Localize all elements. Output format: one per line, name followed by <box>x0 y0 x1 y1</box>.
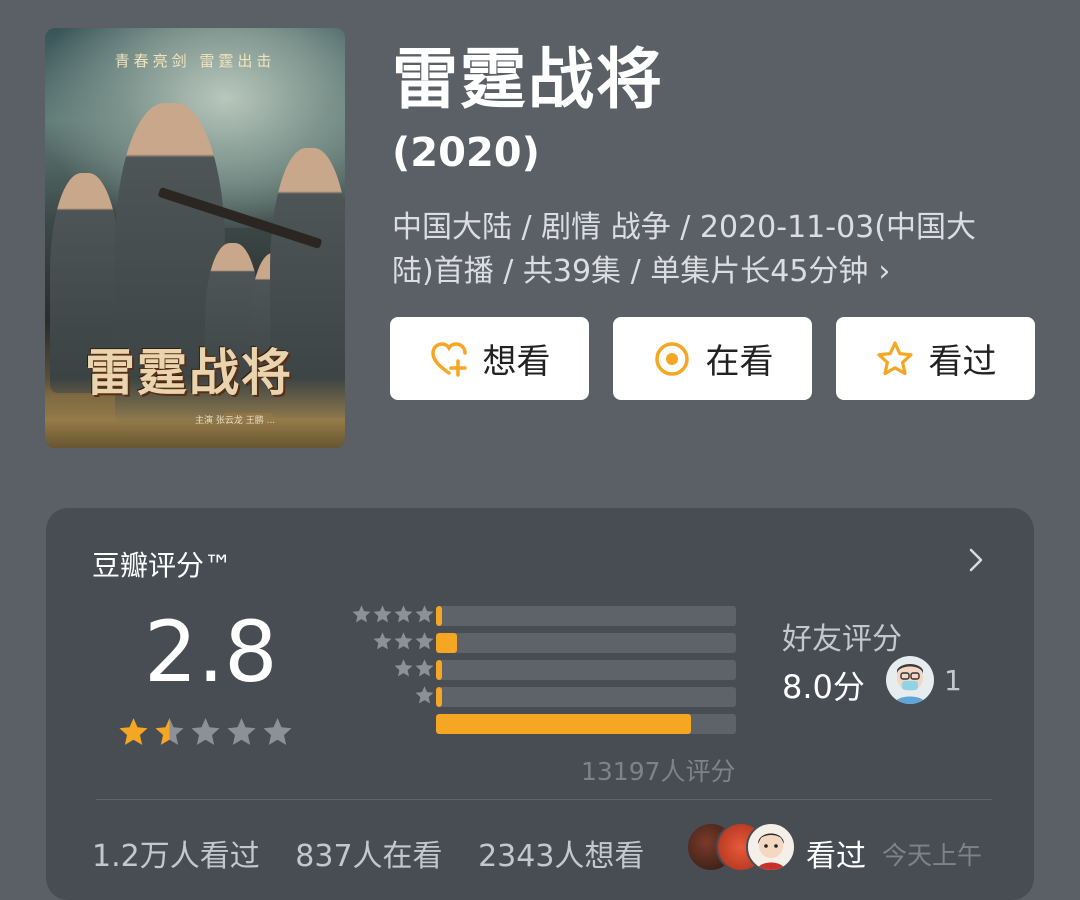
friend-seen-label: 看过 <box>806 839 866 874</box>
poster-credit: 主演 张云龙 王鹏 ... <box>195 416 276 426</box>
row-star-icon <box>373 605 392 623</box>
rating-bar-track <box>436 633 736 653</box>
divider <box>96 799 992 800</box>
star-outline-icon <box>876 340 913 375</box>
watching-label: 在看 <box>705 342 774 382</box>
friend-rating-label: 好友评分 <box>782 622 902 657</box>
rating-row-4-stars <box>316 632 766 653</box>
watched-button[interactable]: 看过 <box>836 317 1035 400</box>
rating-row-1-stars <box>316 713 766 734</box>
want-to-watch-label: 想看 <box>482 342 551 382</box>
rating-bar-fill <box>436 687 442 707</box>
row-star-icon <box>394 632 413 650</box>
rating-stars <box>117 716 294 749</box>
row-star-icon <box>373 632 392 650</box>
rating-row-2-stars <box>316 686 766 707</box>
row-star-icon <box>415 686 434 704</box>
user-avatar-icon <box>894 664 926 704</box>
watched-label: 看过 <box>928 342 997 382</box>
rating-bar-track <box>436 606 736 626</box>
row-star-icon <box>415 659 434 677</box>
movie-year: (2020) <box>392 130 540 176</box>
chevron-right-icon: › <box>878 254 891 289</box>
rating-star-icon <box>263 718 292 745</box>
movie-title: 雷霆战将 <box>392 41 664 118</box>
row-star-icon <box>394 605 413 623</box>
rating-row-5-stars <box>316 605 766 626</box>
row-star-icon <box>352 605 371 623</box>
rating-star-icon <box>119 718 148 745</box>
chevron-right-icon[interactable] <box>964 548 988 572</box>
rating-star-icon <box>155 718 184 745</box>
action-bar: 想看 在看 看过 <box>390 317 1035 400</box>
rating-bar-fill <box>436 714 691 734</box>
rating-bar-fill <box>436 606 442 626</box>
rating-bar-fill <box>436 633 457 653</box>
want-to-watch-button[interactable]: 想看 <box>390 317 589 400</box>
rating-bar-track <box>436 687 736 707</box>
friend-avatar[interactable] <box>886 656 934 704</box>
rating-bar-track <box>436 660 736 680</box>
row-star-icon <box>415 605 434 623</box>
friend-count: 1 <box>944 664 962 697</box>
cartoon-avatar-icon <box>757 833 785 870</box>
avatar <box>746 822 796 872</box>
rating-votes: 13197人评分 <box>581 757 736 786</box>
rating-star-icon <box>191 718 220 745</box>
row-star-icon <box>415 632 434 650</box>
movie-meta[interactable]: 中国大陆 / 剧情 战争 / 2020-11-03(中国大 陆)首播 / 共39… <box>392 206 1032 294</box>
target-icon <box>654 341 689 376</box>
rating-score: 2.8 <box>144 603 278 701</box>
poster-image[interactable]: 青春亮剑 雷霆出击 雷霆战将 主演 张云龙 王鹏 ... <box>45 28 345 448</box>
rating-card[interactable]: 豆瓣评分™ 2.8 13197人评分 好友评分 8.0分 1 1.2万人看过 8… <box>46 508 1034 900</box>
friend-avatars[interactable] <box>686 822 796 872</box>
watch-stats: 1.2万人看过 837人在看 2343人想看 <box>92 831 670 875</box>
meta-line-2-text: 陆)首播 / 共39集 / 单集片长45分钟 <box>392 254 869 289</box>
heart-plus-icon <box>430 341 467 377</box>
poster-slogan: 青春亮剑 雷霆出击 <box>114 52 276 70</box>
rating-bar-fill <box>436 660 442 680</box>
meta-line-2: 陆)首播 / 共39集 / 单集片长45分钟 › <box>392 250 1032 294</box>
friend-rating-score: 8.0分 <box>782 668 865 706</box>
rating-header: 豆瓣评分™ <box>92 549 233 582</box>
watching-button[interactable]: 在看 <box>613 317 812 400</box>
want-count[interactable]: 2343人想看 <box>478 839 644 874</box>
rating-bar-track <box>436 714 736 734</box>
poster-title-art: 雷霆战将 <box>85 343 293 402</box>
meta-line-1: 中国大陆 / 剧情 战争 / 2020-11-03(中国大 <box>392 210 976 245</box>
watching-count[interactable]: 837人在看 <box>295 839 442 874</box>
rating-star-icon <box>227 718 256 745</box>
row-star-icon <box>394 659 413 677</box>
rating-row-3-stars <box>316 659 766 680</box>
watched-count[interactable]: 1.2万人看过 <box>92 839 260 874</box>
friend-seen-time: 今天上午 <box>882 841 983 870</box>
